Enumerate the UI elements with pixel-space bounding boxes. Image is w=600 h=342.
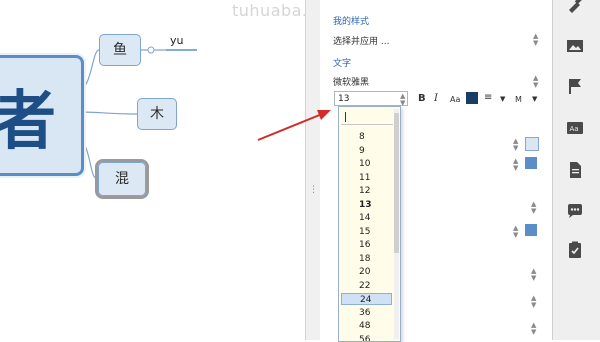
font-size-dropdown[interactable]: 8 9 10 11 12 13 14 15 16 18 20 22 24 36 … [338, 106, 401, 342]
text-caret [345, 112, 346, 122]
option-updown-icon-2[interactable]: ▲▼ [531, 295, 536, 309]
line-color-swatch[interactable] [525, 157, 537, 169]
svg-text:Aa: Aa [570, 125, 579, 133]
font-size-updown-icon[interactable]: ▲▼ [400, 93, 405, 107]
text-case-button[interactable]: Aa [450, 95, 460, 104]
image-icon[interactable] [565, 36, 585, 56]
font-size-option-highlighted[interactable]: 24 [341, 293, 392, 305]
text-style-icon[interactable]: Aa [565, 118, 585, 138]
font-size-option[interactable]: 12 [341, 185, 392, 197]
fill-color-swatch[interactable] [525, 137, 539, 151]
shape-updown-icon[interactable]: ▲▼ [531, 201, 536, 215]
brush-icon[interactable] [565, 0, 585, 14]
dropdown-scrollbar[interactable] [394, 109, 399, 339]
more-chevron-down-icon[interactable]: ▼ [532, 95, 537, 103]
font-size-option[interactable]: 16 [341, 239, 392, 251]
topic-hun[interactable]: 混 [98, 162, 146, 196]
font-size-option[interactable]: 11 [341, 172, 392, 184]
splitter-grip-icon: ⋮ [309, 188, 313, 202]
option-updown-icon-1[interactable]: ▲▼ [531, 268, 536, 282]
align-button[interactable]: ≡ [484, 92, 492, 103]
topic-mu[interactable]: 木 [137, 98, 177, 130]
font-size-option[interactable]: 9 [341, 145, 392, 157]
font-size-option[interactable]: 10 [341, 158, 392, 170]
font-size-option[interactable]: 20 [341, 266, 392, 278]
edge-label[interactable]: yu [170, 34, 183, 47]
text-heading: 文字 [333, 56, 351, 69]
style-select-updown-icon[interactable]: ▲▼ [533, 33, 538, 47]
italic-button[interactable]: I [434, 93, 438, 104]
font-family-select[interactable]: 微软雅黑 [333, 75, 369, 88]
topic-label: 鱼 [113, 42, 127, 58]
clipboard-icon[interactable] [565, 240, 585, 260]
font-size-option[interactable]: 15 [341, 226, 392, 238]
option-updown-icon-3[interactable]: ▲▼ [531, 322, 536, 336]
more-format-button[interactable]: M [515, 95, 522, 104]
font-size-option[interactable]: 22 [341, 280, 392, 292]
font-size-option[interactable]: 14 [341, 212, 392, 224]
scrollbar-thumb[interactable] [394, 113, 399, 253]
topic-label: 混 [115, 171, 129, 187]
document-icon[interactable] [565, 160, 585, 180]
border-updown-icon[interactable]: ▲▼ [513, 138, 518, 152]
font-size-option[interactable]: 36 [341, 307, 392, 319]
bold-button[interactable]: B [418, 93, 426, 104]
align-chevron-down-icon[interactable]: ▼ [500, 95, 505, 103]
branch-color-swatch[interactable] [525, 224, 537, 236]
font-size-option[interactable]: 18 [341, 253, 392, 265]
chat-icon[interactable] [565, 201, 585, 221]
branch-updown-icon[interactable]: ▲▼ [513, 225, 518, 239]
topic-label: 木 [150, 106, 164, 122]
font-size-option[interactable]: 48 [341, 320, 392, 332]
central-topic-label: 者 [0, 70, 56, 162]
font-size-option[interactable]: 8 [341, 131, 392, 143]
mindmap-canvas[interactable]: 者 鱼 yu 木 混 [0, 0, 305, 340]
font-family-updown-icon[interactable]: ▲▼ [533, 75, 538, 89]
dropdown-input[interactable] [341, 110, 393, 125]
style-heading: 我的样式 [333, 14, 369, 27]
font-size-input[interactable]: 13 [334, 91, 408, 106]
panel-splitter[interactable] [305, 0, 321, 340]
topic-yu[interactable]: 鱼 [99, 34, 141, 66]
text-color-swatch[interactable] [466, 92, 478, 104]
flag-icon[interactable] [565, 76, 585, 96]
font-size-option-selected[interactable]: 13 [341, 199, 392, 211]
font-size-option[interactable]: 56 [341, 334, 392, 342]
style-select[interactable]: 选择并应用 ... [333, 34, 389, 47]
line-updown-icon[interactable]: ▲▼ [513, 158, 518, 172]
